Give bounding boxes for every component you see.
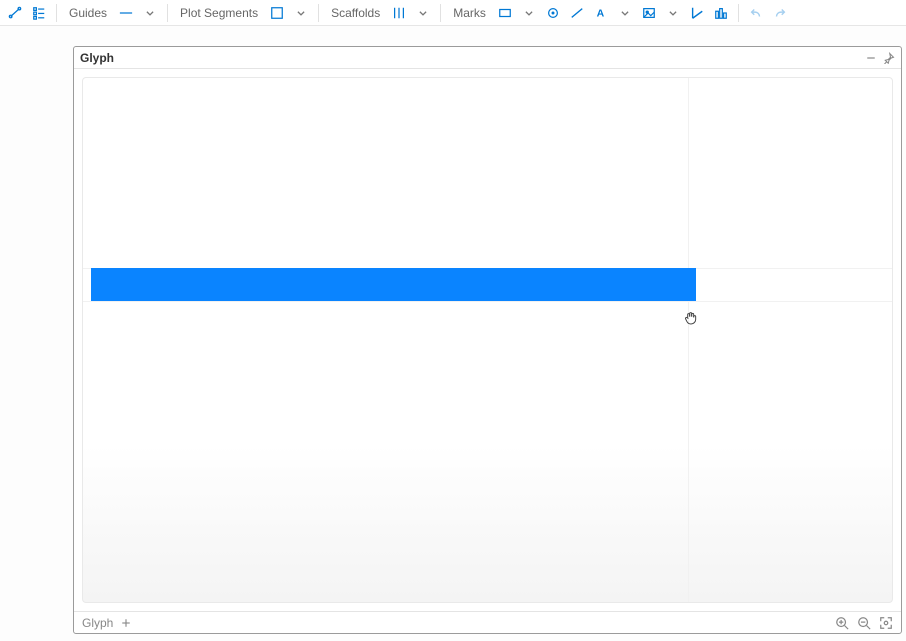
chevron-down-icon[interactable] <box>139 2 161 24</box>
link-icon[interactable] <box>4 2 26 24</box>
stage: Glyph <box>0 26 906 641</box>
guides-label: Guides <box>69 6 107 20</box>
panel-footer: Glyph <box>74 611 901 633</box>
mark-rectangle-icon[interactable] <box>494 2 516 24</box>
canvas-border <box>82 77 893 603</box>
mark-dataaxis-icon[interactable] <box>686 2 708 24</box>
plot-segments-label: Plot Segments <box>180 6 258 20</box>
mark-symbol-icon[interactable] <box>542 2 564 24</box>
glyph-canvas[interactable] <box>74 69 901 611</box>
toolbar-separator <box>167 4 168 22</box>
chevron-down-icon[interactable] <box>412 2 434 24</box>
zoom-out-icon[interactable] <box>857 616 871 630</box>
toolbar-separator <box>738 4 739 22</box>
marks-dropdown[interactable]: Marks <box>447 2 492 24</box>
chevron-down-icon[interactable] <box>290 2 312 24</box>
scaffolds-dropdown[interactable]: Scaffolds <box>325 2 386 24</box>
guide-horizontal <box>83 301 892 302</box>
svg-text:A: A <box>597 7 605 19</box>
scaffolds-label: Scaffolds <box>331 6 380 20</box>
undo-icon[interactable] <box>745 2 767 24</box>
guide-horizontal-icon[interactable] <box>115 2 137 24</box>
guides-dropdown[interactable]: Guides <box>63 2 113 24</box>
glyph-panel: Glyph <box>73 46 902 634</box>
chevron-down-icon[interactable] <box>662 2 684 24</box>
main-toolbar: Guides Plot Segments Scaffolds Marks <box>0 0 906 26</box>
grab-cursor-icon <box>683 310 699 326</box>
pin-icon[interactable] <box>883 52 895 64</box>
legend-icon[interactable] <box>28 2 50 24</box>
mark-image-icon[interactable] <box>638 2 660 24</box>
toolbar-separator <box>318 4 319 22</box>
chevron-down-icon[interactable] <box>614 2 636 24</box>
toolbar-separator <box>56 4 57 22</box>
zoom-fit-icon[interactable] <box>879 616 893 630</box>
mark-text-icon[interactable]: A <box>590 2 612 24</box>
add-glyph-icon[interactable] <box>121 618 131 628</box>
glyph-rectangle-mark[interactable] <box>91 268 696 301</box>
panel-header[interactable]: Glyph <box>74 47 901 69</box>
panel-title: Glyph <box>80 51 114 65</box>
redo-icon[interactable] <box>769 2 791 24</box>
guide-vertical <box>688 78 689 602</box>
region-2d-icon[interactable] <box>266 2 288 24</box>
mark-line-icon[interactable] <box>566 2 588 24</box>
plot-segments-dropdown[interactable]: Plot Segments <box>174 2 264 24</box>
zoom-in-icon[interactable] <box>835 616 849 630</box>
minimize-icon[interactable] <box>865 52 877 64</box>
toolbar-separator <box>440 4 441 22</box>
chevron-down-icon[interactable] <box>518 2 540 24</box>
footer-tab-glyph[interactable]: Glyph <box>82 616 113 630</box>
mark-nested-icon[interactable] <box>710 2 732 24</box>
scaffold-columns-icon[interactable] <box>388 2 410 24</box>
marks-label: Marks <box>453 6 486 20</box>
